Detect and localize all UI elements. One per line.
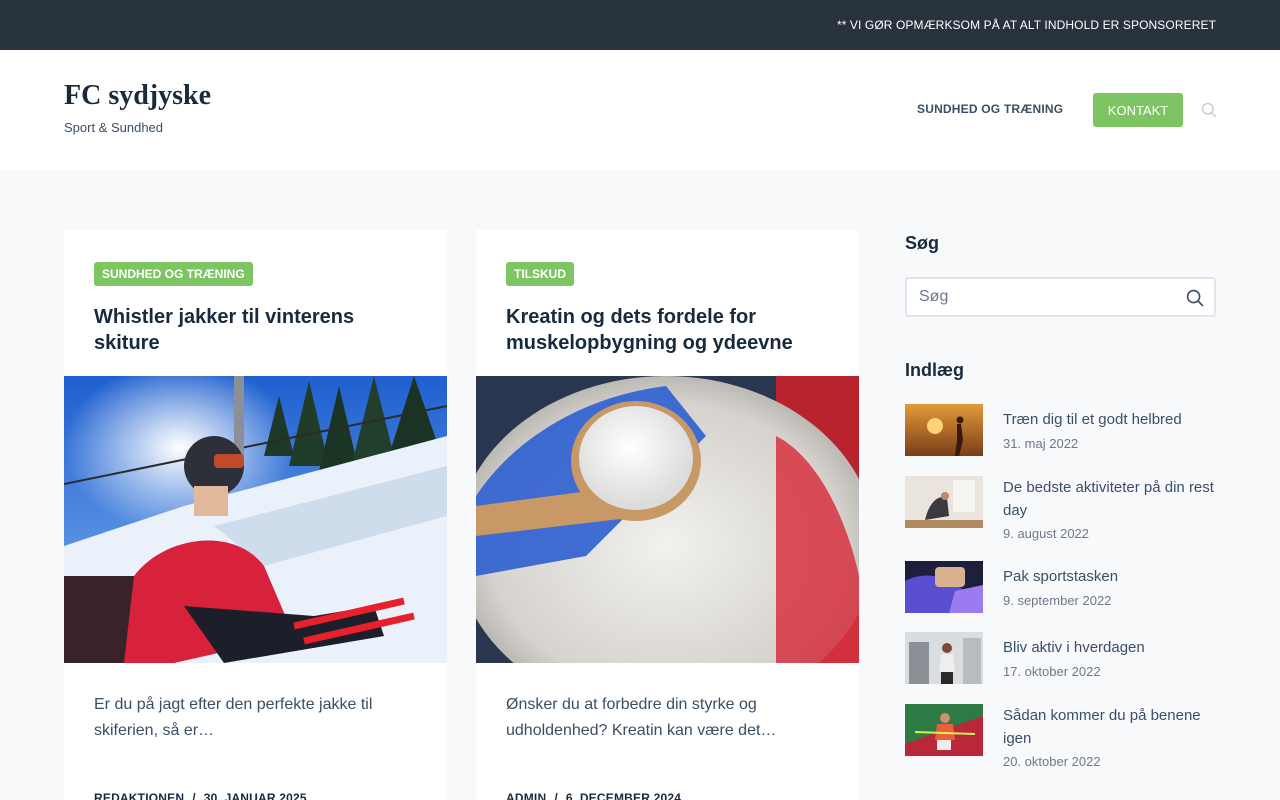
post-card: SUNDHED OG TRÆNING Whistler jakker til v… bbox=[64, 230, 447, 800]
search-icon[interactable] bbox=[1186, 289, 1204, 307]
sidebar-post-title[interactable]: Sådan kommer du på benene igen bbox=[1003, 704, 1216, 750]
sidebar-post-title[interactable]: Bliv aktiv i hverdagen bbox=[1003, 636, 1216, 659]
posts-widget-title: Indlæg bbox=[905, 360, 964, 380]
post-excerpt: Ønsker du at forbedre din styrke og udho… bbox=[506, 696, 777, 739]
sidebar-post-date: 17. oktober 2022 bbox=[1003, 664, 1101, 679]
site-tagline: Sport & Sundhed bbox=[64, 120, 164, 135]
sponsored-notice: ** VI GØR OPMÆRKSOM PÅ AT ALT INDHOLD ER… bbox=[836, 18, 1216, 32]
post-thumbnail[interactable] bbox=[905, 404, 983, 456]
post-card: TILSKUD Kreatin og dets fordele for musk… bbox=[476, 230, 859, 800]
search-input[interactable] bbox=[919, 279, 1179, 315]
post-meta: ADMIN / 6. DECEMBER 2024 bbox=[506, 791, 681, 800]
post-title[interactable]: Whistler jakker til vinterens skiture bbox=[94, 304, 424, 356]
contact-button[interactable]: KONTAKT bbox=[1093, 93, 1183, 127]
post-meta: REDAKTIONEN / 30. JANUAR 2025 bbox=[94, 791, 307, 800]
sidebar-post-title[interactable]: Træn dig til et godt helbred bbox=[1003, 408, 1216, 431]
post-thumbnail[interactable] bbox=[905, 476, 983, 528]
search-icon[interactable] bbox=[1201, 102, 1217, 118]
sidebar-post-title[interactable]: Pak sportstasken bbox=[1003, 565, 1216, 588]
category-badge[interactable]: SUNDHED OG TRÆNING bbox=[94, 262, 253, 286]
sidebar-post-title[interactable]: De bedste aktiviteter på din rest day bbox=[1003, 476, 1216, 522]
sidebar-post-date: 20. oktober 2022 bbox=[1003, 754, 1101, 769]
post-thumbnail[interactable] bbox=[905, 561, 983, 613]
sidebar-post-date: 9. september 2022 bbox=[1003, 593, 1112, 608]
sidebar-search-box bbox=[905, 277, 1216, 317]
post-title[interactable]: Kreatin og dets fordele for muskelopbygn… bbox=[506, 304, 836, 356]
post-date: 30. JANUAR 2025 bbox=[203, 791, 307, 800]
post-image-skier[interactable] bbox=[64, 376, 447, 663]
category-badge[interactable]: TILSKUD bbox=[506, 262, 574, 286]
post-author[interactable]: REDAKTIONEN bbox=[94, 791, 184, 800]
sidebar-post-date: 9. august 2022 bbox=[1003, 526, 1090, 541]
post-image-creatine[interactable] bbox=[476, 376, 859, 663]
post-author[interactable]: ADMIN bbox=[506, 791, 546, 800]
top-notice-bar: ** VI GØR OPMÆRKSOM PÅ AT ALT INDHOLD ER… bbox=[0, 0, 1280, 50]
nav-item-sundhed-og-traening[interactable]: SUNDHED OG TRÆNING bbox=[917, 102, 1063, 116]
site-title[interactable]: FC sydjyske bbox=[64, 80, 211, 112]
post-excerpt: Er du på jagt efter den perfekte jakke t… bbox=[94, 696, 373, 739]
search-widget-title: Søg bbox=[905, 233, 939, 253]
post-thumbnail[interactable] bbox=[905, 704, 983, 756]
site-header: FC sydjyske Sport & Sundhed SUNDHED OG T… bbox=[0, 50, 1280, 170]
post-date: 6. DECEMBER 2024 bbox=[565, 791, 682, 800]
meta-separator: / bbox=[192, 791, 196, 800]
sidebar-post-date: 31. maj 2022 bbox=[1003, 436, 1079, 451]
meta-separator: / bbox=[554, 791, 558, 800]
post-thumbnail[interactable] bbox=[905, 632, 983, 684]
